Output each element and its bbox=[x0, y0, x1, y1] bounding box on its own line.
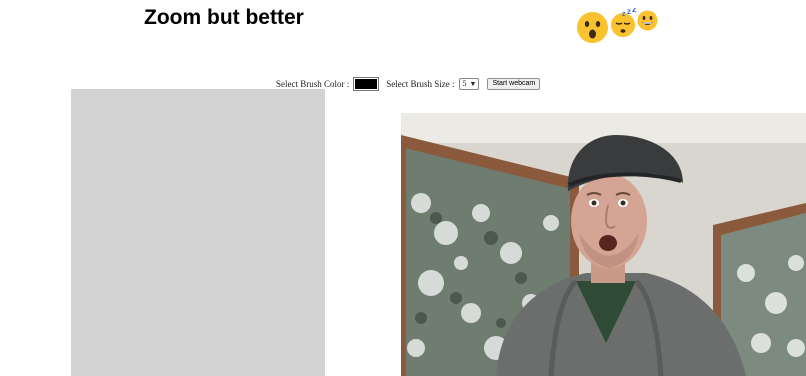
brush-color-picker[interactable] bbox=[353, 77, 380, 91]
brush-size-value: 5 bbox=[462, 79, 467, 88]
brush-color-label: Select Brush Color : bbox=[276, 79, 350, 89]
surprised-face-icon[interactable] bbox=[576, 11, 609, 44]
brush-size-label: Select Brush Size : bbox=[386, 79, 455, 89]
start-webcam-button[interactable]: Start webcam bbox=[487, 78, 541, 90]
svg-text:z: z bbox=[622, 11, 626, 18]
chevron-down-icon: ▼ bbox=[469, 80, 477, 88]
grinning-face-icon[interactable] bbox=[637, 10, 658, 31]
page-title: Zoom but better bbox=[144, 6, 304, 29]
webcam-frame-image bbox=[401, 113, 806, 376]
brush-size-select[interactable]: 5 ▼ bbox=[458, 78, 480, 90]
brush-color-swatch bbox=[355, 79, 378, 89]
drawing-canvas[interactable] bbox=[71, 89, 325, 376]
sleeping-face-icon[interactable]: z z z bbox=[610, 8, 638, 38]
webcam-video bbox=[401, 113, 806, 376]
svg-text:z: z bbox=[627, 8, 631, 16]
